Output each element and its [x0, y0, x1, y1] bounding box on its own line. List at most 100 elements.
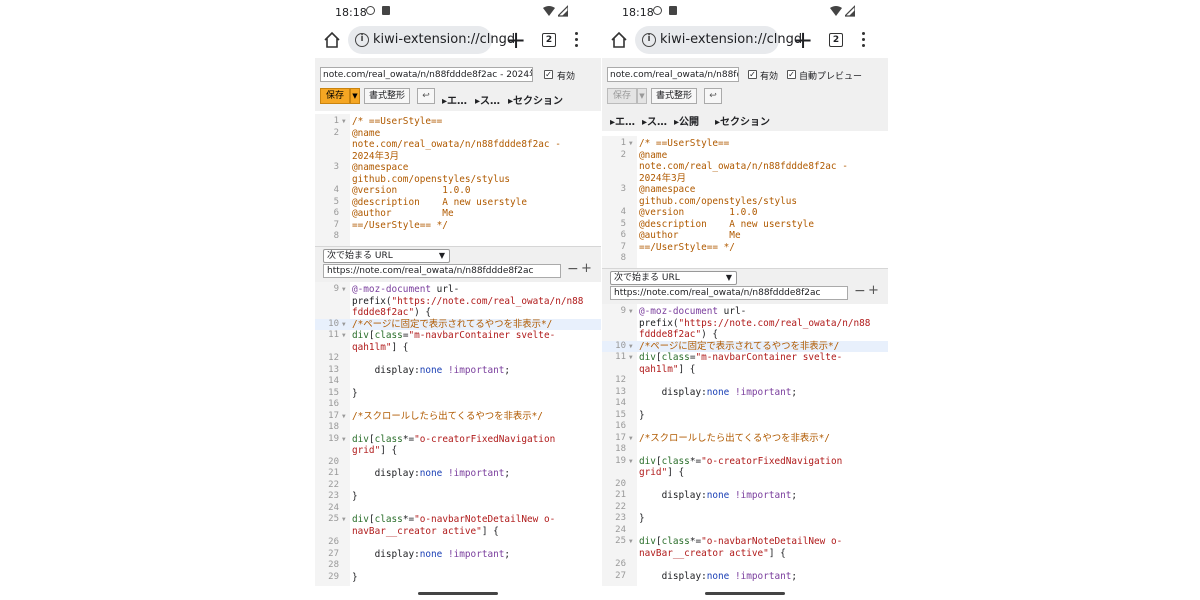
code-line[interactable]: 6 @author Me [315, 208, 601, 220]
code-line[interactable]: 6 @author Me [602, 230, 888, 242]
code-line[interactable]: 27 display:none !important; [315, 549, 601, 561]
save-button[interactable]: 保存 ▼ [320, 88, 360, 104]
applies-value-input[interactable]: https://note.com/real_owata/n/n88fddde8f… [323, 264, 561, 278]
code-line[interactable]: 25 ▼ div[class*="o-navbarNoteDetailNew o- [602, 536, 888, 548]
save-dropdown-arrow-icon[interactable]: ▼ [637, 88, 647, 104]
code-line[interactable]: 2024年3月 [602, 173, 888, 185]
applies-type-select[interactable]: 次で始まる URL ▼ [323, 249, 450, 263]
save-button[interactable]: 保存 ▼ [607, 88, 647, 104]
code-line[interactable]: 27 display:none !important; [602, 571, 888, 583]
code-line[interactable]: 12 [315, 353, 601, 365]
tab-switcher-button[interactable]: 2 [829, 33, 843, 47]
new-tab-plus-icon[interactable]: + [506, 28, 526, 52]
code-line[interactable]: 23} [315, 491, 601, 503]
code-line[interactable]: 3 @namespace [602, 184, 888, 196]
section-tab-section[interactable]: ▸セクション [715, 113, 770, 128]
code-line[interactable]: 2 @name [602, 150, 888, 162]
fold-arrow-icon[interactable]: ▼ [629, 456, 633, 468]
code-editor-header-block[interactable]: 1 ▼ /* ==UserStyle== 2 @name note.com/real_ow… [315, 114, 601, 246]
applies-type-select[interactable]: 次で始まる URL ▼ [610, 271, 737, 285]
applies-value-input[interactable]: https://note.com/real_owata/n/n88fddde8f… [610, 286, 848, 300]
code-line[interactable]: 9 ▼ @-moz-document url- [602, 306, 888, 318]
code-line[interactable]: 15} [315, 388, 601, 400]
fold-arrow-icon[interactable]: ▼ [342, 330, 346, 342]
code-line[interactable]: 8 [602, 253, 888, 265]
live-preview-checkbox[interactable]: ✓ [787, 70, 796, 79]
code-line[interactable]: 24 [602, 525, 888, 537]
code-line[interactable]: 7 ==/UserStyle== */ [602, 242, 888, 254]
fold-arrow-icon[interactable]: ▼ [629, 341, 633, 353]
section-tab-style[interactable]: ▸ス… [475, 92, 500, 107]
code-line[interactable]: 14 [315, 376, 601, 388]
code-line[interactable]: 14 [602, 398, 888, 410]
gesture-handle[interactable] [705, 592, 785, 595]
code-line[interactable]: fddde8f2ac") { [602, 329, 888, 341]
code-line[interactable]: prefix("https://note.com/real_owata/n/n8… [315, 296, 601, 308]
style-name-input[interactable]: note.com/real_owata/n/n88fddde8f2ac - 20… [320, 67, 533, 82]
beautify-button[interactable]: 書式整形 [651, 88, 697, 104]
code-line[interactable]: 21 display:none !important; [602, 490, 888, 502]
fold-arrow-icon[interactable]: ▼ [342, 319, 346, 331]
fold-arrow-icon[interactable]: ▼ [342, 514, 346, 526]
add-rule-plus-icon[interactable]: + [581, 262, 592, 276]
wrap-button[interactable]: ↩ [704, 88, 722, 104]
fold-arrow-icon[interactable]: ▼ [629, 536, 633, 548]
new-tab-plus-icon[interactable]: + [793, 28, 813, 52]
code-line[interactable]: 8 [315, 231, 601, 243]
code-line[interactable]: 1 ▼ /* ==UserStyle== [315, 116, 601, 128]
code-line[interactable]: 5 @description A new userstyle [602, 219, 888, 231]
code-line[interactable]: 4 @version 1.0.0 [602, 207, 888, 219]
save-button-label[interactable]: 保存 [320, 88, 350, 104]
save-dropdown-arrow-icon[interactable]: ▼ [350, 88, 360, 104]
code-line[interactable]: 2024年3月 [315, 151, 601, 163]
code-line[interactable]: 10 ▼ /*ページに固定で表示されてるやつを非表示*/ [315, 318, 601, 331]
code-line[interactable]: github.com/openstyles/stylus [315, 174, 601, 186]
code-line[interactable]: 16 [602, 421, 888, 433]
code-editor-body-block[interactable]: 9 ▼ @-moz-document url-prefix("https://not… [315, 282, 601, 586]
code-line[interactable]: 17 ▼ /*スクロールしたら出てくるやつを非表示*/ [602, 433, 888, 445]
fold-arrow-icon[interactable]: ▼ [629, 306, 633, 318]
fold-arrow-icon[interactable]: ▼ [342, 411, 346, 423]
section-tab-edit[interactable]: ▸エ… [442, 92, 467, 107]
code-line[interactable]: 26 [315, 537, 601, 549]
code-line[interactable]: 7 ==/UserStyle== */ [315, 220, 601, 232]
home-icon[interactable] [610, 31, 628, 49]
style-name-input[interactable]: note.com/real_owata/n/n88fddde8f2ac [607, 67, 739, 82]
code-line[interactable]: 23} [602, 513, 888, 525]
fold-arrow-icon[interactable]: ▼ [342, 434, 346, 446]
code-line[interactable]: 13 display:none !important; [602, 387, 888, 399]
code-line[interactable]: 20 [602, 479, 888, 491]
enabled-checkbox[interactable]: ✓ [544, 70, 553, 79]
code-line[interactable]: 11 ▼ div[class="m-navbarContainer svelte- [602, 352, 888, 364]
code-line[interactable]: 16 [315, 399, 601, 411]
more-menu-icon[interactable] [861, 32, 865, 48]
code-line[interactable]: 28 [315, 560, 601, 572]
code-line[interactable]: 26 [602, 559, 888, 571]
code-line[interactable]: 3 @namespace [315, 162, 601, 174]
info-icon[interactable]: i [355, 33, 369, 47]
section-tab-edit[interactable]: ▸エ… [610, 113, 635, 128]
code-line[interactable]: prefix("https://note.com/real_owata/n/n8… [602, 318, 888, 330]
code-line[interactable]: 24 [315, 503, 601, 515]
code-line[interactable]: 9 ▼ @-moz-document url- [315, 284, 601, 296]
code-line[interactable]: 5 @description A new userstyle [315, 197, 601, 209]
code-line[interactable]: 10 ▼ /*ページに固定で表示されてるやつを非表示*/ [602, 340, 888, 353]
code-line[interactable]: grid"] { [315, 445, 601, 457]
code-line[interactable]: navBar__creator active"] { [602, 548, 888, 560]
code-line[interactable]: 17 ▼ /*スクロールしたら出てくるやつを非表示*/ [315, 411, 601, 423]
section-tab-section[interactable]: ▸セクション [508, 92, 563, 107]
home-icon[interactable] [323, 31, 341, 49]
remove-rule-minus-icon[interactable]: − [854, 284, 866, 298]
code-line[interactable]: grid"] { [602, 467, 888, 479]
code-line[interactable]: 18 [315, 422, 601, 434]
code-line[interactable]: 21 display:none !important; [315, 468, 601, 480]
code-editor-body-block[interactable]: 9 ▼ @-moz-document url-prefix("https://not… [602, 304, 888, 586]
more-menu-icon[interactable] [574, 32, 578, 48]
section-tab-style[interactable]: ▸ス… [642, 113, 667, 128]
gesture-handle[interactable] [418, 592, 498, 595]
wrap-button[interactable]: ↩ [417, 88, 435, 104]
fold-arrow-icon[interactable]: ▼ [629, 138, 633, 150]
fold-arrow-icon[interactable]: ▼ [342, 116, 346, 128]
code-line[interactable]: 19 ▼ div[class*="o-creatorFixedNavigation [315, 434, 601, 446]
section-tab-publish[interactable]: ▸公開 [674, 113, 699, 128]
